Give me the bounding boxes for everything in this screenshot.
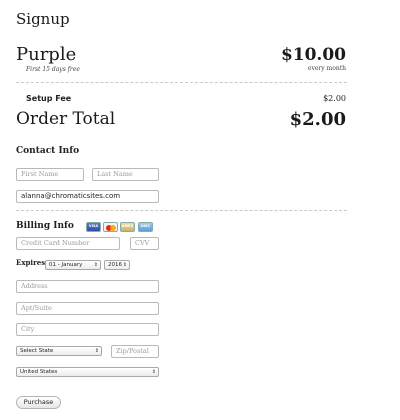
page-title: Signup (16, 10, 70, 28)
expires-label: Expires (16, 258, 46, 267)
discover-card-icon: DISC (138, 222, 153, 232)
purchase-button[interactable]: Purchase (16, 396, 61, 409)
mastercard-card-icon (103, 222, 118, 232)
city-input[interactable]: City (16, 323, 159, 336)
last-name-input[interactable]: Last Name (92, 168, 159, 181)
chevron-updown-icon: ⇕ (122, 262, 127, 268)
address-input[interactable]: Address (16, 280, 159, 293)
expires-month-value: 01 - January (49, 262, 83, 268)
chevron-updown-icon: ⇕ (93, 262, 98, 268)
chevron-updown-icon: ⇕ (94, 348, 99, 354)
apt-suite-input[interactable]: Apt/Suite (16, 302, 159, 315)
plan-period: every month (307, 65, 346, 72)
expires-month-select[interactable]: 01 - January ⇕ (45, 260, 101, 270)
expires-year-select[interactable]: 2016 ⇕ (104, 260, 130, 270)
country-select[interactable]: United States ⇕ (16, 367, 159, 377)
plan-subtitle: First 15 days free (26, 66, 80, 73)
card-number-input[interactable]: Credit Card Number (16, 237, 120, 250)
state-select[interactable]: Select State ⇕ (16, 346, 102, 356)
divider (16, 82, 347, 83)
setup-fee-label: Setup Fee (26, 94, 72, 103)
expires-year-value: 2016 (108, 262, 122, 268)
state-select-value: Select State (20, 348, 54, 354)
visa-card-icon: VISA (86, 222, 101, 232)
cvv-input[interactable]: CVV (130, 237, 159, 250)
billing-info-title: Billing Info (16, 221, 74, 231)
email-input[interactable]: alanna@chromaticsites.com (16, 190, 159, 203)
country-select-value: United States (20, 369, 58, 375)
divider (16, 210, 347, 211)
chevron-updown-icon: ⇕ (151, 369, 156, 375)
first-name-input[interactable]: First Name (16, 168, 84, 181)
amex-card-icon: AMEX (120, 222, 135, 232)
zip-input[interactable]: Zip/Postal (111, 345, 159, 358)
order-total-label: Order Total (16, 109, 116, 129)
plan-price: $10.00 (280, 45, 346, 65)
contact-info-title: Contact Info (16, 146, 80, 156)
setup-fee-value: $2.00 (323, 94, 346, 103)
order-total-value: $2.00 (289, 109, 346, 130)
plan-name: Purple (16, 44, 77, 65)
